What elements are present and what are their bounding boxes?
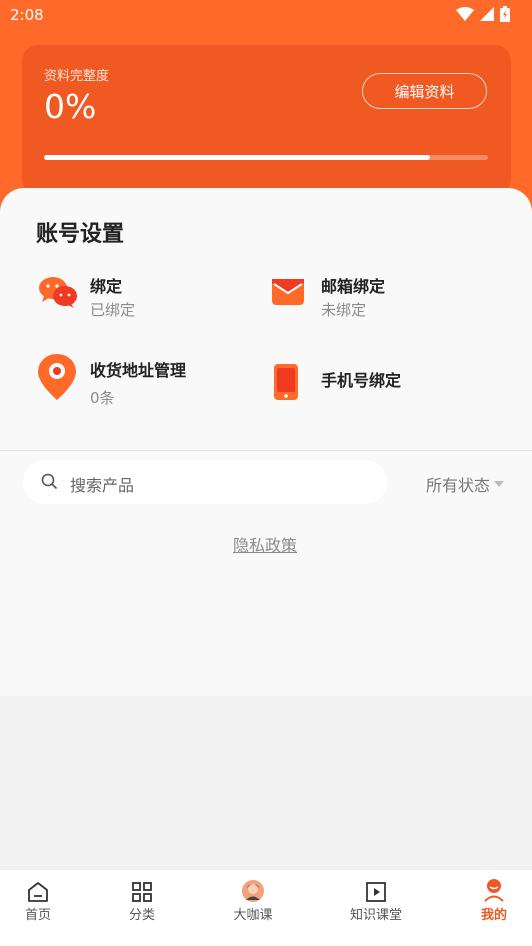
search-input[interactable]: 搜索产品 <box>23 460 387 504</box>
status-filter-label: 所有状态 <box>426 476 491 495</box>
address-management-item[interactable]: 收货地址管理 0条 <box>38 354 258 410</box>
completeness-label: 资料完整度 <box>44 69 110 84</box>
avatar-icon <box>242 880 264 902</box>
play-icon <box>366 882 386 902</box>
tab-knowledge-class[interactable]: 知识课堂 <box>336 878 416 923</box>
section-divider <box>0 450 532 451</box>
wechat-icon <box>39 277 77 308</box>
wechat-binding-status: 已绑定 <box>90 301 136 319</box>
email-binding-status: 未绑定 <box>321 301 367 319</box>
location-pin-icon <box>38 354 76 400</box>
tab-masterclass-label: 大咖课 <box>233 908 273 923</box>
phone-binding-item[interactable]: 手机号绑定 <box>272 364 472 404</box>
completeness-value: 0% <box>44 87 97 126</box>
battery-icon <box>500 6 510 22</box>
tab-category[interactable]: 分类 <box>102 878 182 923</box>
status-bar: 2:08 <box>0 0 532 30</box>
grid-icon <box>132 882 152 902</box>
main-content: 账号设置 绑定 已绑定 邮箱绑定 未绑定 收货地址管理 0条 手机号绑定 搜索产… <box>0 188 532 696</box>
caret-down-icon <box>494 481 505 487</box>
edit-profile-button[interactable]: 编辑资料 <box>362 73 487 109</box>
wechat-binding-item[interactable]: 绑定 已绑定 <box>38 273 238 323</box>
completeness-progress-fill <box>44 155 431 160</box>
privacy-policy-link[interactable]: 隐私政策 <box>233 532 297 556</box>
email-binding-item[interactable]: 邮箱绑定 未绑定 <box>272 273 472 323</box>
wifi-icon <box>456 7 474 21</box>
phone-binding-title: 手机号绑定 <box>321 371 402 390</box>
signal-icon <box>480 7 494 21</box>
search-placeholder: 搜索产品 <box>70 476 135 495</box>
wechat-binding-title: 绑定 <box>90 277 123 296</box>
tab-category-label: 分类 <box>128 908 155 923</box>
home-icon <box>28 882 48 902</box>
email-binding-title: 邮箱绑定 <box>321 277 386 296</box>
tab-mine[interactable]: 我的 <box>454 878 532 923</box>
status-filter-dropdown[interactable]: 所有状态 <box>426 472 505 496</box>
profile-icon <box>484 879 504 902</box>
tab-home[interactable]: 首页 <box>0 878 78 923</box>
status-time: 2:08 <box>10 6 44 24</box>
address-count: 0条 <box>90 389 115 407</box>
mail-icon <box>272 279 304 305</box>
tab-masterclass[interactable]: 大咖课 <box>213 878 293 923</box>
completeness-progress-bar <box>44 155 488 160</box>
tab-home-label: 首页 <box>24 908 51 923</box>
search-icon <box>41 473 58 490</box>
bottom-tab-bar: 首页 分类 大咖课 知识课堂 我的 <box>0 869 532 946</box>
profile-completeness-card: 资料完整度 0% 编辑资料 <box>22 45 511 195</box>
status-icons <box>456 6 510 22</box>
account-settings-title: 账号设置 <box>36 222 125 247</box>
phone-icon <box>274 364 298 400</box>
tab-knowledge-class-label: 知识课堂 <box>349 908 402 923</box>
tab-mine-label: 我的 <box>480 908 507 923</box>
address-management-title: 收货地址管理 <box>90 361 187 380</box>
